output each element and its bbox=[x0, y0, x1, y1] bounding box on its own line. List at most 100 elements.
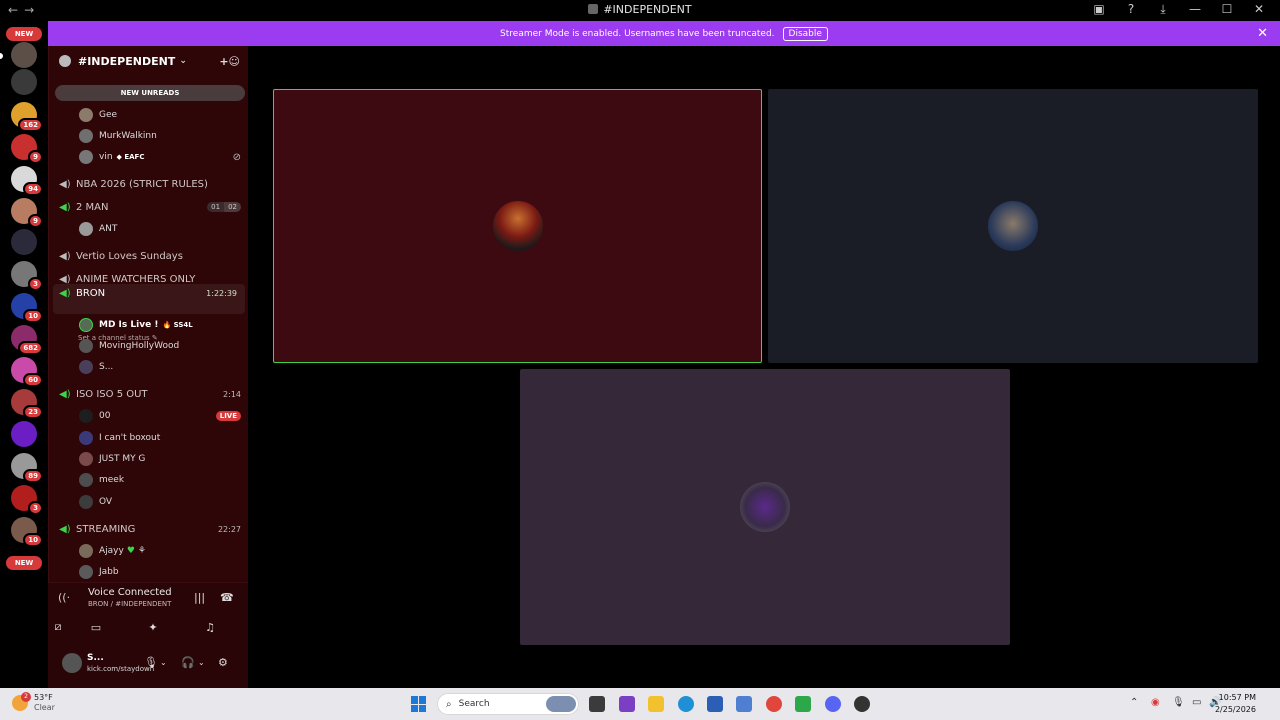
taskbar-search[interactable]: ⌕ Search bbox=[437, 693, 579, 715]
noise-suppression-icon[interactable]: ||| bbox=[194, 591, 205, 604]
screen-share-button[interactable]: ▭ bbox=[76, 617, 116, 637]
banner-text: Streamer Mode is enabled. Usernames have… bbox=[500, 28, 775, 39]
voice-channel[interactable]: ◀) STREAMING 22:27 bbox=[49, 519, 249, 539]
help-icon[interactable]: ? bbox=[1122, 2, 1140, 17]
username: MovingHollyWood bbox=[99, 341, 180, 351]
app-icon[interactable] bbox=[619, 696, 635, 712]
server-icon[interactable]: 10 bbox=[11, 517, 43, 547]
server-icon[interactable]: 9 bbox=[11, 198, 43, 228]
store-icon[interactable] bbox=[707, 696, 723, 712]
voice-user[interactable]: vin ◆ EAFC ⊘ bbox=[49, 147, 249, 167]
voice-user[interactable]: MurkWalkinn bbox=[49, 126, 249, 146]
voice-user[interactable]: MD Is Live ! 🔥 SS4L bbox=[49, 315, 249, 335]
current-username[interactable]: S... bbox=[87, 653, 104, 663]
server-icon[interactable]: 60 bbox=[11, 357, 43, 387]
voice-user[interactable]: 00 LIVE bbox=[49, 406, 249, 426]
headphones-icon[interactable]: 🎧 bbox=[181, 656, 195, 669]
start-button[interactable] bbox=[411, 696, 427, 712]
user-limit-max: 02 bbox=[224, 202, 241, 212]
server-icon[interactable]: 23 bbox=[11, 389, 43, 419]
server-icon[interactable] bbox=[11, 69, 37, 95]
server-icon[interactable]: 682 bbox=[11, 325, 43, 355]
window-title-text: #INDEPENDENT bbox=[603, 3, 692, 16]
window-controls: ▣ ? ⤓ — ☐ ✕ bbox=[1090, 2, 1268, 17]
server-icon[interactable] bbox=[11, 229, 37, 255]
weather-widget[interactable]: 53°F Clear bbox=[12, 693, 55, 713]
disable-streamer-mode-button[interactable]: Disable bbox=[782, 26, 828, 41]
edge-browser-icon[interactable] bbox=[678, 696, 694, 712]
voice-channel[interactable]: ◀) 2 MAN 01 02 bbox=[49, 197, 249, 217]
task-view-icon[interactable] bbox=[589, 696, 605, 712]
close-button[interactable]: ✕ bbox=[1250, 2, 1268, 17]
download-icon[interactable]: ⤓ bbox=[1154, 2, 1172, 17]
voice-user[interactable]: Jabb bbox=[49, 562, 249, 582]
user-panel: S... kick.com/staydown 🎙 ⌄ 🎧 ⌄ ⚙ bbox=[48, 642, 248, 688]
username: ANT bbox=[99, 224, 118, 234]
new-unreads-pill-bottom[interactable]: NEW bbox=[6, 556, 42, 570]
voice-user[interactable]: JUST MY G bbox=[49, 449, 249, 469]
voice-user[interactable]: Ajayy ♥ ⚘ bbox=[49, 541, 249, 561]
voice-status-title[interactable]: Voice Connected bbox=[88, 587, 172, 598]
voice-user[interactable]: S... bbox=[49, 357, 249, 377]
new-unreads-pill-top[interactable]: NEW bbox=[6, 27, 42, 41]
voice-user[interactable]: ANT bbox=[49, 219, 249, 239]
avatar bbox=[79, 360, 93, 374]
server-icon[interactable]: 9 bbox=[11, 134, 43, 164]
new-unreads-bar[interactable]: NEW UNREADS bbox=[55, 85, 245, 101]
discord-icon[interactable] bbox=[825, 696, 841, 712]
maximize-button[interactable]: ☐ bbox=[1218, 2, 1236, 17]
voice-channel[interactable]: ◀) ISO ISO 5 OUT 2:14 bbox=[49, 384, 249, 404]
chrome-browser-icon[interactable] bbox=[766, 696, 782, 712]
server-header[interactable]: #INDEPENDENT ⌄ +☺ bbox=[49, 46, 248, 76]
username: 00 bbox=[99, 411, 111, 421]
file-explorer-icon[interactable] bbox=[648, 696, 664, 712]
microphone-icon[interactable]: 🎙 bbox=[1172, 697, 1185, 708]
voice-user[interactable]: meek bbox=[49, 470, 249, 490]
participant-tile[interactable] bbox=[520, 369, 1010, 645]
mention-badge: 10 bbox=[23, 309, 43, 323]
chevron-down-icon[interactable]: ⌄ bbox=[198, 658, 205, 667]
voice-channel[interactable]: ◀) NBA 2026 (STRICT RULES) bbox=[49, 174, 249, 194]
app-icon[interactable] bbox=[736, 696, 752, 712]
participant-tile-speaking[interactable] bbox=[273, 89, 762, 363]
activities-button[interactable]: ✦ bbox=[133, 617, 173, 637]
voice-channel-path[interactable]: BRON / #INDEPENDENT bbox=[88, 600, 171, 608]
server-icon[interactable]: 162 bbox=[11, 102, 43, 132]
close-banner-icon[interactable]: ✕ bbox=[1257, 26, 1268, 41]
server-icon[interactable]: 3 bbox=[11, 261, 43, 291]
server-icon[interactable] bbox=[11, 421, 37, 447]
avatar bbox=[79, 108, 93, 122]
connection-signal-icon[interactable]: ((· bbox=[58, 591, 70, 604]
microphone-icon[interactable]: 🎙 bbox=[144, 656, 158, 669]
username: I can't boxout bbox=[99, 433, 161, 443]
app-icon[interactable] bbox=[795, 696, 811, 712]
server-icon[interactable] bbox=[11, 42, 37, 68]
voice-user[interactable]: I can't boxout bbox=[49, 428, 249, 448]
display-icon[interactable]: ▭ bbox=[1192, 697, 1201, 708]
server-icon[interactable]: 89 bbox=[11, 453, 43, 483]
camera-off-button[interactable]: ⧄ bbox=[38, 617, 78, 637]
avatar[interactable] bbox=[62, 653, 82, 673]
voice-user[interactable]: MovingHollyWood bbox=[49, 336, 249, 356]
tray-app-icon[interactable]: ◉ bbox=[1151, 697, 1160, 708]
soundboard-button[interactable]: ♫ bbox=[190, 617, 230, 637]
server-icon[interactable]: 10 bbox=[11, 293, 43, 323]
server-icon[interactable]: 94 bbox=[11, 166, 43, 196]
voice-user[interactable]: Gee bbox=[49, 105, 249, 125]
invite-people-icon[interactable]: +☺ bbox=[219, 55, 240, 68]
disconnect-icon[interactable]: ☎ bbox=[220, 591, 234, 604]
channel-name: ISO ISO 5 OUT bbox=[76, 388, 148, 400]
speaker-icon: ◀) bbox=[59, 273, 71, 285]
app-icon[interactable] bbox=[854, 696, 870, 712]
chevron-down-icon[interactable]: ⌄ bbox=[160, 658, 167, 667]
show-hidden-icons-chevron[interactable]: ⌃ bbox=[1130, 697, 1138, 708]
inbox-icon[interactable]: ▣ bbox=[1090, 2, 1108, 17]
voice-user[interactable]: OV bbox=[49, 492, 249, 512]
minimize-button[interactable]: — bbox=[1186, 2, 1204, 17]
server-icon[interactable]: 3 bbox=[11, 485, 43, 515]
participant-tile[interactable] bbox=[768, 89, 1258, 363]
voice-channel-active[interactable]: ◀) BRON 1:22:39 bbox=[53, 284, 245, 314]
voice-channel[interactable]: ◀) Vertio Loves Sundays bbox=[49, 246, 249, 266]
settings-gear-icon[interactable]: ⚙ bbox=[218, 656, 228, 669]
system-clock[interactable]: 10:57 PM 2/25/2026 bbox=[1215, 692, 1256, 716]
